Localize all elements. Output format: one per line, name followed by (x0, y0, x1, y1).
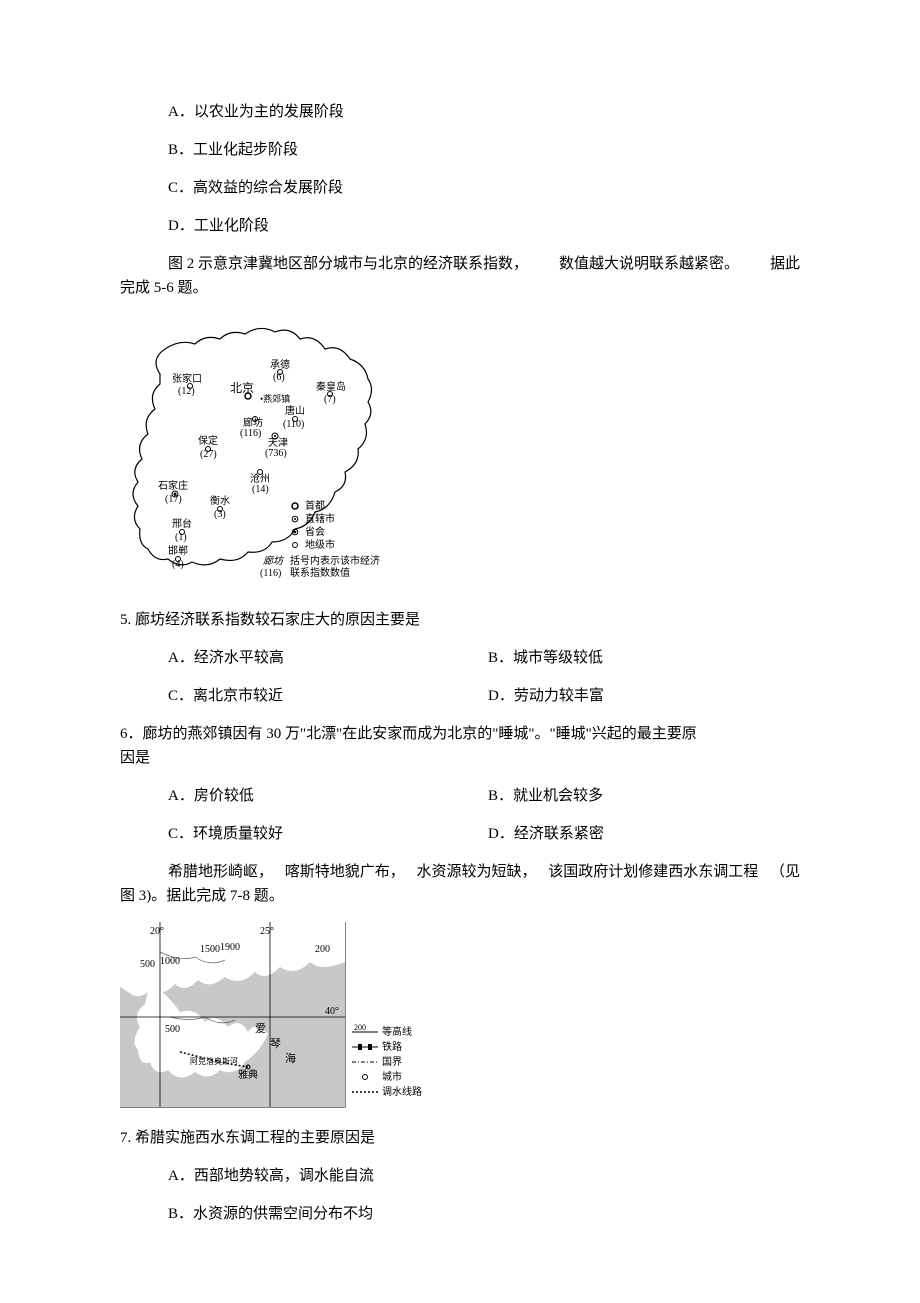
q6-option-d: D．经济联系紧密 (488, 822, 800, 846)
prev-option-d: D．工业化阶段 (168, 214, 800, 238)
lon-20: 20° (150, 926, 164, 937)
intro-7-8-seg4: 该国政府计划修建西水东调工程 (548, 860, 758, 884)
city-qinhuangdao: 秦皇岛 (316, 380, 346, 393)
contour-1000: 1000 (160, 956, 180, 967)
intro-7-8: 希腊地形崎岖， 喀斯特地貌广布， 水资源较为短缺， 该国政府计划修建西水东调工程… (120, 860, 800, 908)
q5-stem: 5. 廊坊经济联系指数较石家庄大的原因主要是 (120, 608, 800, 632)
city-tianjin-val: (736) (265, 448, 287, 459)
contour-500: 500 (140, 959, 155, 970)
q6-stem: 6．廊坊的燕郊镇因有 30 万"北漂"在此安家而成为北京的"睡城"。"睡城"兴起… (120, 722, 800, 770)
q5-option-c: C．离北京市较近 (168, 684, 488, 708)
intro-5-6: 图 2 示意京津冀地区部分城市与北京的经济联系指数， 数值越大说明联系越紧密。 … (120, 252, 800, 300)
city-xingtai-val: (1) (175, 532, 187, 543)
svg-text:联系指数数值: 联系指数数值 (290, 566, 350, 579)
city-chengde: 承德 (270, 358, 290, 371)
city-zhangjiakou-val: (12) (178, 386, 195, 397)
prev-question-options: A．以农业为主的发展阶段 B．工业化起步阶段 C．高效益的综合发展阶段 D．工业… (168, 100, 800, 238)
prev-option-b: B．工业化起步阶段 (168, 138, 800, 162)
figure2-legend: 首都 直辖市 省会 地级市 廊坊 (116) 括号内表示该市经济 联系指数数值 (260, 499, 380, 579)
svg-text:直辖市: 直辖市 (305, 512, 335, 525)
q5-options-row2: C．离北京市较近 D．劳动力较丰富 (168, 684, 800, 708)
intro-7-8-seg3: 水资源较为短缺， (416, 860, 536, 884)
q6-options-row2: C．环境质量较好 D．经济联系紧密 (168, 822, 800, 846)
city-hengshui-val: (3) (214, 509, 226, 520)
q6-stem-line2: 因是 (120, 746, 800, 770)
city-yanjiao: •燕郊镇 (260, 393, 290, 404)
city-chengde-val: (6) (273, 372, 285, 383)
contour-1900: 1900 (220, 942, 240, 953)
svg-text:地级市: 地级市 (305, 538, 335, 551)
lon-25: 25° (260, 926, 274, 937)
figure-2: 张家口 (12) 北京 承德 (6) 秦皇岛 (7) 唐山 (110) 廊坊 (… (120, 314, 800, 594)
city-tangshan-val: (110) (283, 419, 304, 430)
q5-option-b: B．城市等级较低 (488, 646, 800, 670)
svg-text:城市: 城市 (382, 1070, 402, 1083)
contour-1500: 1500 (200, 944, 220, 955)
svg-text:省会: 省会 (305, 525, 325, 538)
intro-5-6-line2: 完成 5-6 题。 (120, 276, 800, 300)
city-shijiazhuang-val: (17) (165, 494, 182, 505)
svg-text:铁路: 铁路 (382, 1040, 402, 1053)
intro-7-8-line2: 图 3)。据此完成 7-8 题。 (120, 884, 800, 908)
q7-option-a: A．西部地势较高，调水能自流 (168, 1164, 800, 1188)
city-handan: 邯郸 (168, 544, 188, 557)
city-tangshan: 唐山 (285, 404, 305, 417)
q5-option-a: A．经济水平较高 (168, 646, 488, 670)
figure3-legend: 200 等高线 铁路 国界 城市 调水线路 (352, 1023, 422, 1098)
city-handan-val: (4) (172, 559, 184, 570)
lat-40: 40° (325, 1006, 339, 1017)
svg-text:国界: 国界 (382, 1056, 402, 1068)
q6-option-a: A．房价较低 (168, 784, 488, 808)
city-cangzhou-val: (14) (252, 484, 269, 495)
q7-option-b: B．水资源的供需空间分布不均 (168, 1202, 800, 1226)
city-baoding: 保定 (198, 434, 218, 447)
intro-7-8-seg2: 喀斯特地貌广布， (285, 860, 405, 884)
city-shijiazhuang: 石家庄 (158, 479, 188, 492)
city-beijing: 北京 (230, 381, 254, 395)
figure-3: 20° 25° 40° 200 500 1000 1500 1900 500 爱… (120, 922, 800, 1112)
svg-text:括号内表示该市经济: 括号内表示该市经济 (290, 554, 380, 567)
svg-text:等高线: 等高线 (382, 1025, 412, 1038)
intro-5-6-seg1: 图 2 示意京津冀地区部分城市与北京的经济联系指数， (168, 252, 528, 276)
q7-stem: 7. 希腊实施西水东调工程的主要原因是 (120, 1126, 800, 1150)
sea-hai: 海 (285, 1051, 296, 1065)
q5-options-row1: A．经济水平较高 B．城市等级较低 (168, 646, 800, 670)
intro-7-8-seg1: 希腊地形崎岖， (168, 860, 273, 884)
sea-ai: 爱 (255, 1022, 266, 1035)
city-hengshui: 衡水 (210, 495, 230, 507)
intro-5-6-seg2: 数值越大说明联系越紧密。 (559, 252, 739, 276)
svg-text:调水线路: 调水线路 (382, 1085, 422, 1098)
svg-text:廊坊: 廊坊 (263, 555, 285, 567)
svg-text:200: 200 (354, 1023, 366, 1032)
prev-option-c: C．高效益的综合发展阶段 (168, 176, 800, 200)
q6-option-b: B．就业机会较多 (488, 784, 800, 808)
city-qinhuangdao-val: (7) (324, 394, 336, 405)
svg-text:首都: 首都 (305, 499, 325, 512)
city-xingtai: 邢台 (172, 517, 192, 530)
intro-5-6-seg3: 据此 (770, 252, 800, 276)
contour-500b: 500 (165, 1024, 180, 1035)
q6-option-c: C．环境质量较好 (168, 822, 488, 846)
city-baoding-val: (27) (200, 449, 217, 460)
svg-text:(116): (116) (260, 568, 281, 579)
river-label: 阿克洛奥斯河 (190, 1056, 238, 1066)
q7-options: A．西部地势较高，调水能自流 B．水资源的供需空间分布不均 (168, 1164, 800, 1226)
q6-options-row1: A．房价较低 B．就业机会较多 (168, 784, 800, 808)
prev-option-a: A．以农业为主的发展阶段 (168, 100, 800, 124)
q6-stem-line1: 6．廊坊的燕郊镇因有 30 万"北漂"在此安家而成为北京的"睡城"。"睡城"兴起… (120, 722, 800, 746)
city-athens: 雅典 (238, 1068, 258, 1081)
city-zhangjiakou: 张家口 (172, 372, 202, 385)
contour-200a: 200 (315, 944, 330, 955)
q5-option-d: D．劳动力较丰富 (488, 684, 800, 708)
city-langfang-val: (116) (240, 428, 261, 439)
intro-7-8-seg5: （见 (770, 860, 800, 884)
sea-qin: 琴 (270, 1037, 281, 1050)
